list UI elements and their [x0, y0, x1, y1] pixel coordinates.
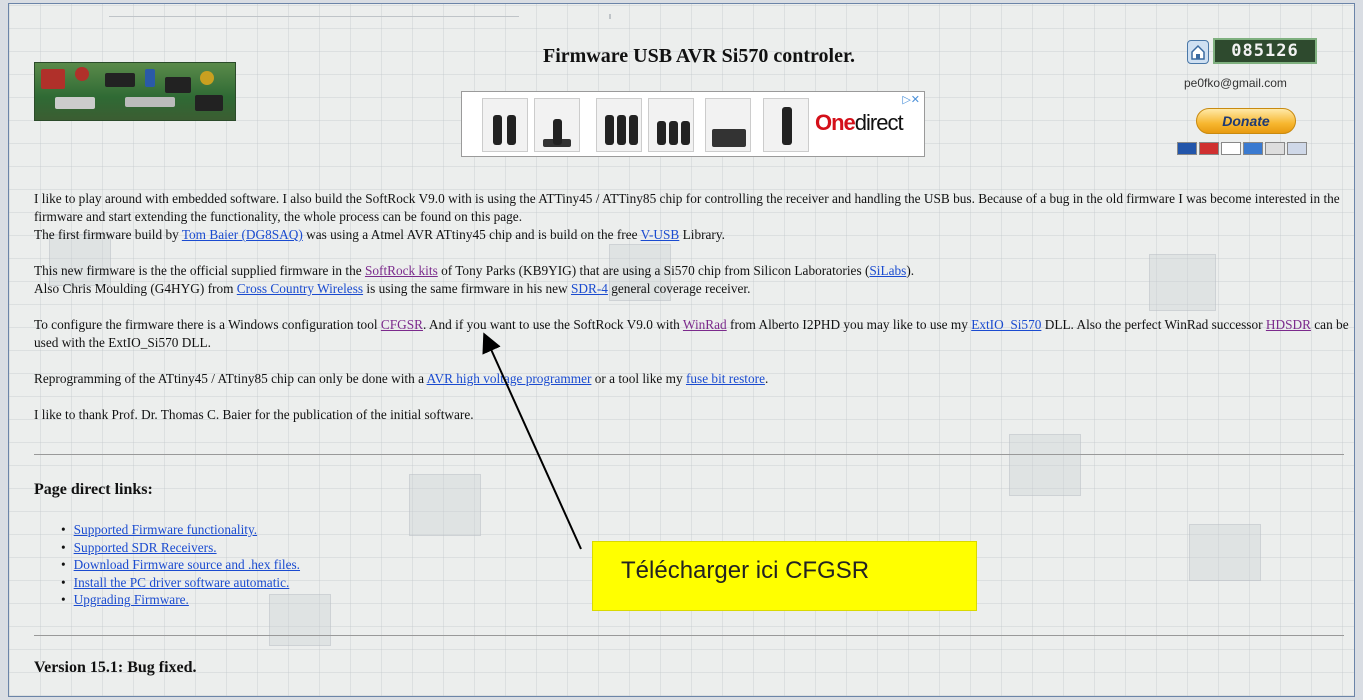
link-sdr-4[interactable]: SDR-4 [571, 281, 608, 296]
list-item: Download Firmware source and .hex files. [61, 556, 300, 574]
phone-product-image [648, 98, 694, 152]
list-item: Supported Firmware functionality. [61, 521, 300, 539]
link-winrad[interactable]: WinRad [683, 317, 727, 332]
link-upgrading-firmware[interactable]: Upgrading Firmware. [74, 592, 189, 607]
link-v-usb[interactable]: V-USB [641, 227, 680, 242]
link-download-firmware[interactable]: Download Firmware source and .hex files. [74, 557, 300, 572]
link-avr-hv-programmer[interactable]: AVR high voltage programmer [427, 371, 592, 386]
configure-paragraph: To configure the firmware there is a Win… [34, 317, 1349, 350]
reprogramming-paragraph: Reprogramming of the ATtiny45 / ATtiny85… [34, 371, 769, 386]
list-item: Install the PC driver software automatic… [61, 574, 300, 592]
circuit-board-image [34, 62, 236, 121]
phone-product-image [534, 98, 580, 152]
ad-info-close-icon[interactable]: ▷✕ [902, 93, 920, 106]
top-marker [609, 14, 611, 19]
link-sdr-receivers[interactable]: Supported SDR Receivers. [74, 540, 217, 555]
link-fuse-bit-restore[interactable]: fuse bit restore [686, 371, 765, 386]
link-tom-baier[interactable]: Tom Baier (DG8SAQ) [182, 227, 303, 242]
phone-product-image [763, 98, 809, 152]
advertisement-banner[interactable]: Onedirect ▷✕ [461, 91, 925, 157]
link-install-driver[interactable]: Install the PC driver software automatic… [74, 575, 290, 590]
link-extio-si570[interactable]: ExtIO_Si570 [971, 317, 1041, 332]
background-chip [409, 474, 481, 536]
link-hdsdr[interactable]: HDSDR [1266, 317, 1311, 332]
link-cfgsr[interactable]: CFGSR [381, 317, 423, 332]
link-firmware-functionality[interactable]: Supported Firmware functionality. [74, 522, 257, 537]
intro-text: I like to play around with embedded soft… [34, 190, 1349, 442]
home-icon[interactable] [1187, 40, 1209, 64]
direct-links-list: Supported Firmware functionality. Suppor… [61, 521, 300, 609]
contact-email[interactable]: pe0fko@gmail.com [1184, 76, 1287, 90]
page-title: Firmware USB AVR Si570 controler. [542, 45, 856, 67]
list-item: Upgrading Firmware. [61, 591, 300, 609]
top-divider [109, 16, 519, 17]
link-cross-country-wireless[interactable]: Cross Country Wireless [237, 281, 363, 296]
firmware-paragraph: This new firmware is the the official su… [34, 263, 915, 296]
background-chip [1189, 524, 1261, 581]
version-heading: Version 15.1: Bug fixed. [34, 659, 197, 676]
page-frame: Firmware USB AVR Si570 controler. Onedir… [8, 3, 1355, 697]
link-silabs[interactable]: SiLabs [869, 263, 906, 278]
thanks-paragraph: I like to thank Prof. Dr. Thomas C. Baie… [34, 407, 474, 422]
direct-links-heading: Page direct links: [34, 481, 153, 498]
background-chip [1009, 434, 1081, 496]
intro-paragraph: I like to play around with embedded soft… [34, 191, 1340, 242]
link-softrock-kits[interactable]: SoftRock kits [365, 263, 438, 278]
visitor-counter: 085126 [1213, 38, 1317, 64]
phone-product-image [596, 98, 642, 152]
phone-product-image [482, 98, 528, 152]
section-divider [34, 635, 1344, 636]
download-callout: Télécharger ici CFGSR [592, 541, 977, 611]
phone-product-image [705, 98, 751, 152]
list-item: Supported SDR Receivers. [61, 539, 300, 557]
section-divider [34, 454, 1344, 455]
ad-brand-logo: Onedirect [815, 110, 904, 135]
donate-button[interactable]: Donate [1196, 108, 1296, 134]
